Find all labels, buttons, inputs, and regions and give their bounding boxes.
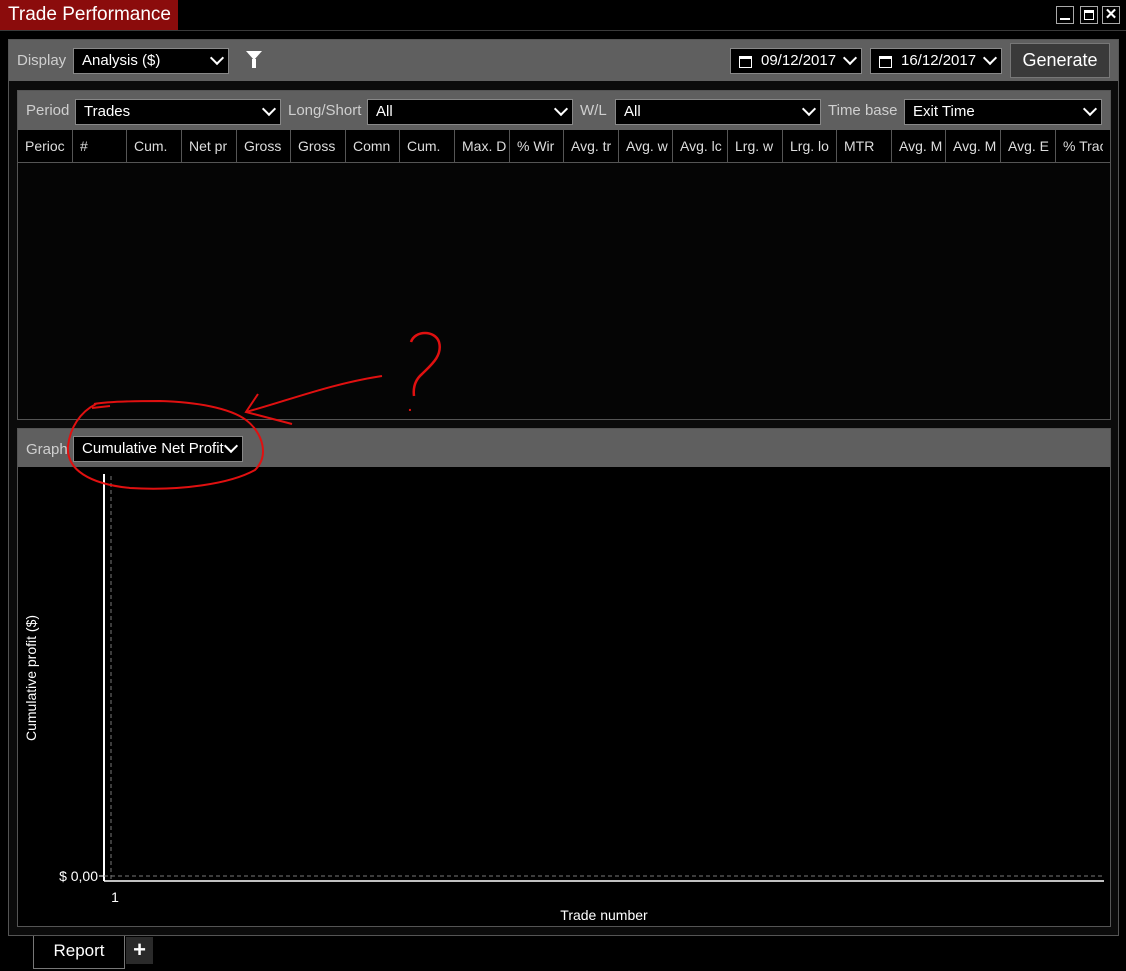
graph-label: Graph — [26, 441, 68, 458]
column-header[interactable]: Avg. M — [892, 130, 946, 162]
wl-select[interactable]: All — [615, 99, 821, 125]
display-select-value: Analysis ($) — [82, 52, 161, 69]
period-label: Period — [26, 102, 70, 119]
chevron-down-icon — [209, 50, 225, 66]
display-label: Display — [17, 52, 67, 69]
date-from-value: 09/12/2017 — [761, 52, 837, 69]
close-button[interactable]: ✕ — [1102, 6, 1120, 24]
table-header: Perioc # Cum. Net pr Gross Gross Comn Cu… — [18, 130, 1110, 163]
timebase-select[interactable]: Exit Time — [904, 99, 1102, 125]
longshort-select-value: All — [376, 103, 393, 120]
graph-select-value: Cumulative Net Profit — [82, 440, 224, 457]
column-header[interactable]: % Wir — [510, 130, 564, 162]
column-header[interactable]: Avg. lc — [673, 130, 728, 162]
add-tab-button[interactable]: + — [126, 937, 153, 964]
longshort-label: Long/Short — [288, 102, 362, 119]
date-from-picker[interactable]: 09/12/2017 — [730, 48, 862, 74]
wl-label: W/L — [580, 102, 607, 119]
plot-area — [18, 467, 1110, 926]
generate-button[interactable]: Generate — [1010, 43, 1110, 78]
column-header[interactable]: Avg. M — [946, 130, 1001, 162]
column-header[interactable]: Max. D — [455, 130, 510, 162]
chevron-down-icon — [982, 50, 998, 66]
chevron-down-icon — [842, 50, 858, 66]
chevron-down-icon — [261, 101, 277, 117]
column-header[interactable]: Cum. — [127, 130, 182, 162]
column-header[interactable]: MTR — [837, 130, 892, 162]
column-header[interactable]: Comn — [346, 130, 400, 162]
tab-bar — [0, 936, 1126, 971]
column-header[interactable]: Avg. E — [1001, 130, 1056, 162]
graph-select[interactable]: Cumulative Net Profit — [73, 436, 243, 462]
calendar-icon — [879, 56, 892, 68]
column-header[interactable]: Gross — [291, 130, 346, 162]
calendar-icon — [739, 56, 752, 68]
chevron-down-icon — [223, 438, 239, 454]
column-header[interactable]: Cum. — [400, 130, 455, 162]
column-header[interactable]: Gross — [237, 130, 291, 162]
period-select[interactable]: Trades — [75, 99, 281, 125]
longshort-select[interactable]: All — [367, 99, 573, 125]
chevron-down-icon — [801, 101, 817, 117]
wl-select-value: All — [624, 103, 641, 120]
maximize-button[interactable] — [1080, 6, 1098, 24]
column-header[interactable]: Avg. tr — [564, 130, 619, 162]
column-header[interactable]: Lrg. w — [728, 130, 783, 162]
filter-icon-stem — [252, 59, 256, 68]
minimize-button[interactable] — [1056, 6, 1074, 24]
chevron-down-icon — [553, 101, 569, 117]
timebase-label: Time base — [828, 102, 898, 119]
display-select[interactable]: Analysis ($) — [73, 48, 229, 74]
date-to-value: 16/12/2017 — [901, 52, 977, 69]
column-header[interactable]: Lrg. lo — [783, 130, 837, 162]
chevron-down-icon — [1082, 101, 1098, 117]
column-header[interactable]: Net pr — [182, 130, 237, 162]
date-to-picker[interactable]: 16/12/2017 — [870, 48, 1002, 74]
column-header[interactable]: # — [73, 130, 127, 162]
window-title: Trade Performance — [0, 0, 178, 30]
column-header[interactable]: Perioc — [18, 130, 73, 162]
tab-report[interactable]: Report — [33, 936, 125, 969]
column-header[interactable]: % Trac — [1056, 130, 1103, 162]
timebase-select-value: Exit Time — [913, 103, 975, 120]
column-header[interactable]: Avg. w — [619, 130, 673, 162]
period-select-value: Trades — [84, 103, 131, 120]
